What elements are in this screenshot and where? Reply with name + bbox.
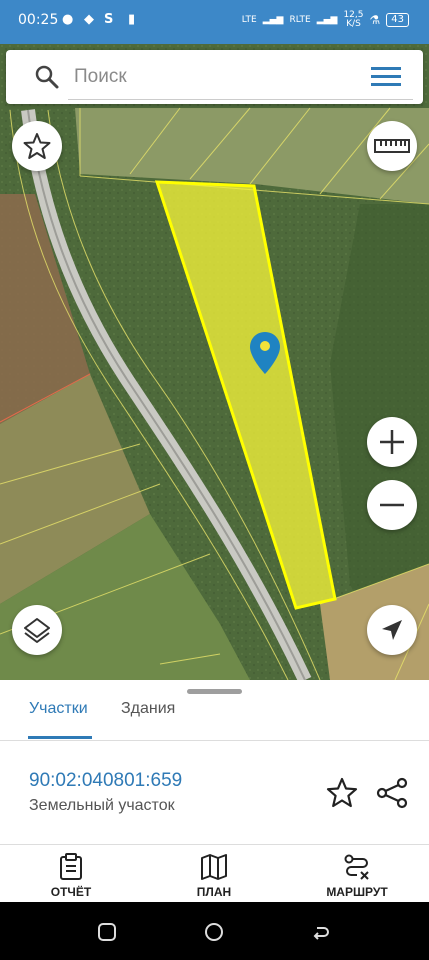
- zoom-out-button[interactable]: [367, 480, 417, 530]
- star-icon[interactable]: [325, 776, 359, 810]
- flask-icon: ⚗: [369, 13, 381, 27]
- notification-icon: ▮: [128, 12, 136, 27]
- tab-bar: Участки Здания: [0, 690, 429, 741]
- battery-indicator: 43: [386, 13, 409, 27]
- report-button[interactable]: ОТЧЁТ: [16, 850, 126, 900]
- map-view[interactable]: [0, 44, 429, 680]
- signal-lte-label: LTE: [241, 15, 257, 25]
- ruler-icon: [374, 139, 410, 153]
- bottom-nav-divider: [0, 844, 429, 845]
- menu-icon[interactable]: [371, 66, 401, 88]
- clipboard-icon: [60, 853, 82, 880]
- plus-icon: [380, 430, 404, 454]
- plan-label: ПЛАН: [196, 885, 232, 899]
- route-icon: [344, 854, 369, 880]
- layers-button[interactable]: [12, 605, 62, 655]
- report-label: ОТЧЁТ: [50, 885, 92, 899]
- signal-rlte-label: RLTE: [289, 15, 311, 25]
- search-icon[interactable]: [34, 64, 60, 90]
- tab-buildings[interactable]: Здания: [121, 700, 175, 718]
- zoom-in-button[interactable]: [367, 417, 417, 467]
- favorite-map-button[interactable]: [12, 121, 62, 171]
- parcel-cadastral-number[interactable]: 90:02:040801:659: [29, 770, 182, 792]
- minus-icon: [380, 503, 404, 507]
- net-speed: 12,5 K/S: [343, 11, 363, 29]
- map-icon: [201, 854, 227, 880]
- net-speed-unit: K/S: [346, 19, 361, 29]
- recents-icon[interactable]: [97, 922, 117, 942]
- search-bar[interactable]: Поиск: [6, 50, 423, 104]
- ruler-button[interactable]: [367, 121, 417, 171]
- search-input[interactable]: Поиск: [74, 66, 127, 88]
- app-s-icon: S: [104, 12, 114, 27]
- satellite-map[interactable]: [0, 44, 429, 680]
- parcel-type: Земельный участок: [29, 797, 175, 814]
- signal-bars-icon-2: ▂▄▆: [316, 15, 338, 25]
- my-location-button[interactable]: [367, 605, 417, 655]
- back-icon[interactable]: [311, 922, 331, 942]
- tab-indicator: [28, 736, 92, 739]
- home-icon[interactable]: [204, 922, 224, 942]
- share-icon[interactable]: [375, 776, 409, 810]
- status-time: 00:25: [18, 12, 59, 28]
- status-indicators: LTE ▂▄▆ RLTE ▂▄▆ 12,5 K/S ⚗ 43: [242, 11, 409, 29]
- tab-parcels[interactable]: Участки: [29, 700, 88, 718]
- search-underline: [68, 99, 413, 100]
- shield-icon: ◆: [84, 12, 94, 27]
- navigation-arrow-icon: [382, 620, 402, 640]
- plan-button[interactable]: ПЛАН: [159, 850, 269, 900]
- route-button[interactable]: МАРШРУТ: [302, 850, 412, 900]
- system-nav-bar: [0, 902, 429, 960]
- chat-icon: ●: [62, 12, 74, 27]
- map-pin-icon[interactable]: [248, 330, 282, 376]
- layers-icon: [24, 618, 50, 643]
- star-icon: [23, 133, 51, 159]
- route-label: МАРШРУТ: [326, 885, 388, 899]
- status-bar: 00:25 ● ◆ S ▮ LTE ▂▄▆ RLTE ▂▄▆ 12,5 K/S …: [0, 0, 429, 44]
- signal-bars-icon: ▂▄▆: [262, 15, 284, 25]
